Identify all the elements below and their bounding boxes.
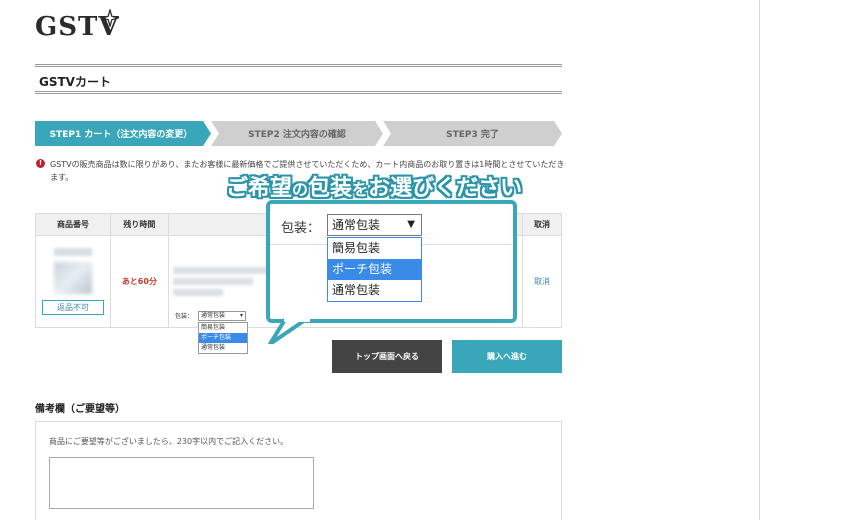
callout-title-part2: の [292, 180, 309, 199]
callout-tail [268, 318, 310, 344]
page-frame: GSTV GSTVカート STEP1 カート（注文内容の変更） STEP2 注文… [0, 0, 760, 520]
step-indicator: STEP1 カート（注文内容の変更） STEP2 注文内容の確認 STEP3 完… [35, 121, 562, 146]
remaining-time: あと60分 [121, 277, 157, 286]
callout-option-normal[interactable]: 通常包装 [328, 280, 421, 301]
page-title: GSTVカート [39, 75, 111, 89]
product-name-blurred-line2 [172, 278, 253, 285]
remarks-heading: 備考欄（ご要望等） [35, 404, 125, 415]
callout-title-part4: を [352, 180, 369, 199]
col-header-cancel: 取消 [522, 213, 562, 236]
back-to-top-button[interactable]: トップ画面へ戻る [332, 340, 442, 373]
remaining-time-cell: あと60分 [109, 235, 169, 328]
callout-package-options: 簡易包装 ポーチ包装 通常包装 [327, 237, 422, 302]
small-option-pouch[interactable]: ポーチ包装 [199, 333, 247, 343]
callout-option-simple[interactable]: 簡易包装 [328, 238, 421, 259]
product-sku-blurred [53, 248, 92, 256]
callout-title: ご希望の包装をお選びください [226, 170, 522, 202]
step3-label: STEP3 完了 [446, 130, 499, 140]
callout-package-label: 包装： [281, 221, 321, 236]
triangle-down-icon: ▼ [407, 219, 415, 230]
no-return-badge: 返品不可 [41, 300, 104, 315]
product-thumbnail[interactable] [53, 262, 92, 294]
triangle-down-icon: ▾ [239, 312, 243, 319]
exclamation-circle-icon: ! [36, 159, 45, 168]
step1-label: STEP1 カート（注文内容の変更） [49, 130, 193, 140]
remarks-panel: 商品にご要望等がございましたら、230字以内でご記入ください。 [35, 421, 562, 520]
small-package-select[interactable]: 通常包装 ▾ [198, 311, 246, 321]
remarks-textarea[interactable] [49, 457, 314, 509]
cancel-link[interactable]: 取消 [534, 277, 550, 286]
sparkle-star-icon [101, 9, 119, 27]
callout-title-part5: お選びください [368, 176, 523, 201]
small-package-label: 包装： [175, 313, 194, 320]
product-no-cell: 返品不可 [35, 235, 111, 328]
small-option-normal[interactable]: 通常包装 [199, 343, 247, 353]
cancel-cell: 取消 [522, 235, 562, 328]
remarks-hint: 商品にご要望等がございましたら、230字以内でご記入ください。 [49, 437, 289, 446]
col-header-product-no: 商品番号 [35, 213, 111, 236]
col-header-remaining-time: 残り時間 [109, 213, 169, 236]
callout-package-select[interactable]: 通常包装 ▼ [327, 214, 422, 236]
product-price-blurred [172, 289, 223, 296]
small-package-selected: 通常包装 [201, 312, 226, 319]
callout-title-part1: ご希望 [226, 176, 293, 201]
small-package-options: 簡易包装 ポーチ包装 通常包装 [198, 322, 248, 354]
callout-option-pouch[interactable]: ポーチ包装 [328, 259, 421, 280]
callout-title-part3: 包装 [308, 176, 353, 201]
proceed-purchase-button[interactable]: 購入へ進む [452, 340, 562, 373]
page-title-bar: GSTVカート [35, 64, 562, 94]
step2-label: STEP2 注文内容の確認 [248, 130, 346, 140]
callout-package-selected: 通常包装 [332, 218, 381, 232]
small-option-simple[interactable]: 簡易包装 [199, 323, 247, 333]
